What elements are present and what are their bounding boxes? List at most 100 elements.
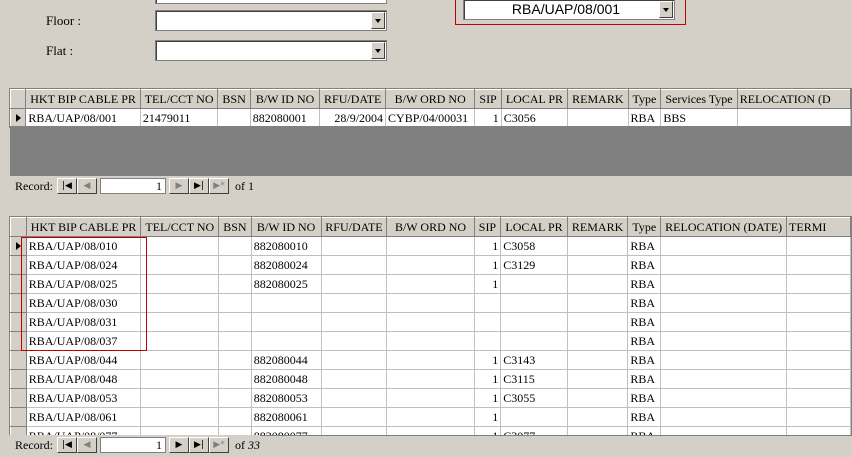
cell[interactable]	[218, 407, 252, 427]
cell[interactable]	[140, 236, 220, 256]
cell[interactable]: RBA/UAP/08/061	[26, 407, 142, 427]
cell[interactable]	[567, 426, 629, 435]
cell[interactable]	[567, 388, 629, 408]
cell[interactable]	[660, 369, 788, 389]
cell[interactable]	[786, 369, 851, 389]
row-selector[interactable]	[10, 350, 27, 370]
cell[interactable]	[321, 274, 388, 294]
column-header[interactable]: B/W ID NO	[250, 217, 322, 237]
cell[interactable]	[218, 274, 252, 294]
cell[interactable]	[660, 236, 788, 256]
cell[interactable]	[786, 388, 851, 408]
cell[interactable]	[386, 407, 475, 427]
cell[interactable]	[321, 426, 388, 435]
cell[interactable]	[474, 293, 502, 313]
cell[interactable]	[218, 331, 252, 351]
cell[interactable]	[660, 388, 788, 408]
column-header[interactable]: TEL/CCT NO	[139, 89, 219, 109]
cell[interactable]	[386, 369, 475, 389]
cell[interactable]: RBA	[627, 312, 662, 332]
cell[interactable]: RBA/UAP/08/001	[25, 108, 141, 127]
cell[interactable]: RBA	[627, 274, 662, 294]
cell[interactable]	[660, 426, 788, 435]
cell[interactable]	[500, 407, 568, 427]
cell[interactable]	[500, 312, 568, 332]
cell[interactable]	[474, 331, 502, 351]
cell[interactable]: 1	[474, 274, 502, 294]
cell[interactable]	[660, 293, 788, 313]
next-record-icon[interactable]: ▶	[169, 437, 189, 453]
cell[interactable]	[218, 255, 252, 275]
row-selector[interactable]	[10, 108, 27, 127]
cell[interactable]	[386, 293, 475, 313]
cell[interactable]: 1	[474, 255, 502, 275]
cell[interactable]	[321, 312, 388, 332]
cell[interactable]: 1	[474, 236, 502, 256]
cell[interactable]	[251, 331, 322, 351]
cell[interactable]: CYBP/04/00031	[385, 108, 476, 127]
floor-combo[interactable]	[155, 10, 387, 31]
table-row[interactable]: RBA/UAP/08/053 882080053 1 C3055 RBA	[10, 388, 851, 408]
cell[interactable]: 1	[474, 426, 502, 435]
cell[interactable]	[321, 350, 388, 370]
cell[interactable]: RBA	[627, 236, 662, 256]
cell[interactable]	[386, 312, 475, 332]
cell[interactable]	[218, 236, 252, 256]
column-header[interactable]: B/W ID NO	[249, 89, 321, 109]
last-record-icon[interactable]: ▶|	[189, 178, 209, 194]
table-row[interactable]: RBA/UAP/08/048 882080048 1 C3115 RBA	[10, 369, 851, 389]
cell[interactable]	[786, 426, 851, 435]
cell[interactable]: BBS	[660, 108, 738, 127]
last-record-icon[interactable]: ▶|	[189, 437, 209, 453]
column-header[interactable]: RELOCATION (DATE)	[660, 217, 788, 237]
cell[interactable]	[500, 274, 568, 294]
cell[interactable]: 882080010	[251, 236, 322, 256]
cell[interactable]	[140, 388, 220, 408]
cell[interactable]	[786, 293, 851, 313]
cell[interactable]: RBA	[627, 369, 662, 389]
cell[interactable]: C3143	[500, 350, 568, 370]
cell[interactable]	[140, 331, 220, 351]
cell[interactable]: RBA	[628, 108, 662, 127]
column-header[interactable]: REMARK	[566, 217, 629, 237]
cell[interactable]	[218, 350, 252, 370]
cell[interactable]	[567, 274, 629, 294]
cell[interactable]: 21479011	[140, 108, 219, 127]
cell[interactable]	[386, 236, 475, 256]
cell[interactable]: 882080044	[251, 350, 322, 370]
record-number-input[interactable]: 1	[100, 178, 166, 194]
cell[interactable]	[321, 293, 388, 313]
cell[interactable]	[567, 331, 629, 351]
cell[interactable]	[660, 331, 788, 351]
cell[interactable]	[386, 255, 475, 275]
cell[interactable]	[218, 293, 252, 313]
cell[interactable]	[386, 388, 475, 408]
cell[interactable]	[474, 312, 502, 332]
cell[interactable]	[660, 407, 788, 427]
cell[interactable]	[251, 293, 322, 313]
cell[interactable]	[567, 293, 629, 313]
chevron-down-icon[interactable]	[371, 12, 385, 29]
previous-record-icon[interactable]: ◀	[77, 437, 97, 453]
cell[interactable]	[321, 388, 388, 408]
cell[interactable]	[217, 108, 251, 127]
cell[interactable]: RBA	[627, 350, 662, 370]
cell[interactable]	[567, 108, 629, 127]
flat-combo[interactable]	[155, 40, 387, 61]
first-record-icon[interactable]: |◀	[57, 437, 77, 453]
cell[interactable]: 1	[474, 388, 502, 408]
cell[interactable]	[140, 350, 220, 370]
cell[interactable]: 1	[474, 407, 502, 427]
cell[interactable]: RBA	[627, 388, 662, 408]
cell[interactable]: C3056	[501, 108, 569, 127]
cell[interactable]: C3129	[500, 255, 568, 275]
cell[interactable]	[660, 255, 788, 275]
column-header[interactable]: RFU/DATE	[320, 217, 388, 237]
cell[interactable]: RBA	[627, 407, 662, 427]
cell[interactable]	[786, 236, 851, 256]
cell[interactable]	[786, 407, 851, 427]
cell[interactable]	[321, 369, 388, 389]
record-number-input[interactable]: 1	[100, 437, 166, 453]
row-selector[interactable]	[10, 407, 27, 427]
column-header[interactable]: LOCAL PR	[500, 217, 568, 237]
